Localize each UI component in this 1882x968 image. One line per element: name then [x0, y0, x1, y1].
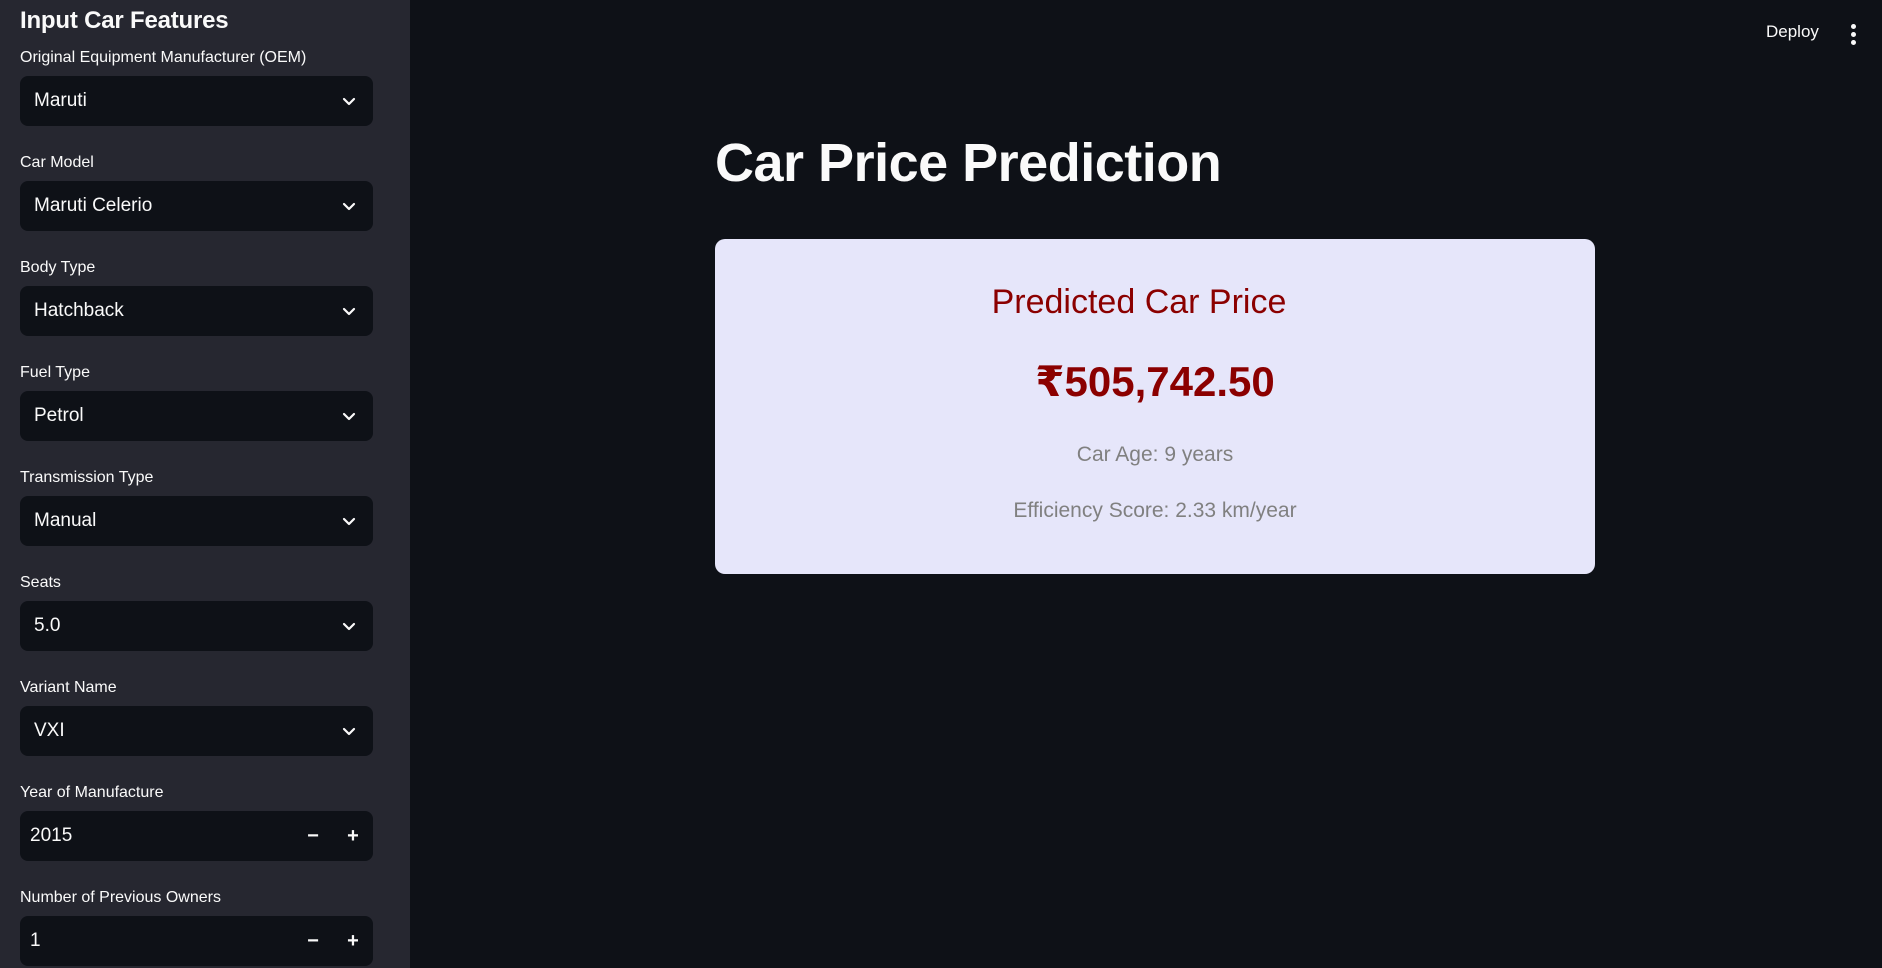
page-title: Car Price Prediction	[715, 133, 1222, 193]
deploy-button[interactable]: Deploy	[1766, 22, 1819, 42]
sidebar: Input Car Features Original Equipment Ma…	[0, 0, 410, 968]
seats-value: 5.0	[34, 615, 61, 636]
chevron-down-icon	[339, 616, 359, 636]
seats-field: Seats 5.0	[20, 565, 390, 651]
car-model-select[interactable]: Maruti Celerio	[20, 181, 373, 231]
owners-input[interactable]: 1	[30, 930, 293, 952]
owners-field: Number of Previous Owners 1 − +	[20, 880, 390, 966]
seats-label: Seats	[20, 574, 61, 591]
body-type-label: Body Type	[20, 259, 96, 276]
owners-increment-button[interactable]: +	[333, 916, 373, 966]
car-age-text: Car Age: 9 years	[1076, 443, 1234, 466]
oem-value: Maruti	[34, 90, 87, 111]
transmission-value: Manual	[34, 510, 97, 531]
transmission-label: Transmission Type	[20, 469, 154, 486]
variant-select[interactable]: VXI	[20, 706, 373, 756]
variant-label: Variant Name	[20, 679, 117, 696]
oem-select[interactable]: Maruti	[20, 76, 373, 126]
year-decrement-button[interactable]: −	[293, 811, 333, 861]
owners-label: Number of Previous Owners	[20, 889, 221, 906]
predicted-price: ₹505,742.50	[1035, 358, 1275, 405]
fuel-type-select[interactable]: Petrol	[20, 391, 373, 441]
body-type-field: Body Type Hatchback	[20, 250, 390, 336]
car-model-value: Maruti Celerio	[34, 195, 153, 216]
transmission-select[interactable]: Manual	[20, 496, 373, 546]
fuel-type-label: Fuel Type	[20, 364, 90, 381]
owners-decrement-button[interactable]: −	[293, 916, 333, 966]
variant-value: VXI	[34, 720, 65, 741]
year-label: Year of Manufacture	[20, 784, 164, 801]
chevron-down-icon	[339, 301, 359, 321]
chevron-down-icon	[339, 721, 359, 741]
year-input[interactable]: 2015	[30, 825, 293, 847]
seats-select[interactable]: 5.0	[20, 601, 373, 651]
chevron-down-icon	[339, 91, 359, 111]
efficiency-score-text: Efficiency Score: 2.33 km/year	[1013, 499, 1297, 522]
variant-field: Variant Name VXI	[20, 670, 390, 756]
year-field: Year of Manufacture 2015 − +	[20, 775, 390, 861]
car-model-label: Car Model	[20, 154, 94, 171]
transmission-field: Transmission Type Manual	[20, 460, 390, 546]
owners-stepper: 1 − +	[20, 916, 373, 966]
prediction-card: Predicted Car Price ₹505,742.50 Car Age:…	[715, 239, 1595, 574]
year-increment-button[interactable]: +	[333, 811, 373, 861]
car-model-field: Car Model Maruti Celerio	[20, 145, 390, 231]
body-type-value: Hatchback	[34, 300, 124, 321]
prediction-heading: Predicted Car Price	[991, 283, 1287, 321]
sidebar-title: Input Car Features	[20, 7, 229, 34]
year-stepper: 2015 − +	[20, 811, 373, 861]
fuel-type-value: Petrol	[34, 405, 84, 426]
chevron-down-icon	[339, 511, 359, 531]
oem-field: Original Equipment Manufacturer (OEM) Ma…	[20, 40, 390, 126]
chevron-down-icon	[339, 406, 359, 426]
fuel-type-field: Fuel Type Petrol	[20, 355, 390, 441]
body-type-select[interactable]: Hatchback	[20, 286, 373, 336]
chevron-down-icon	[339, 196, 359, 216]
oem-label: Original Equipment Manufacturer (OEM)	[20, 49, 307, 66]
more-vertical-icon[interactable]	[1846, 22, 1860, 46]
